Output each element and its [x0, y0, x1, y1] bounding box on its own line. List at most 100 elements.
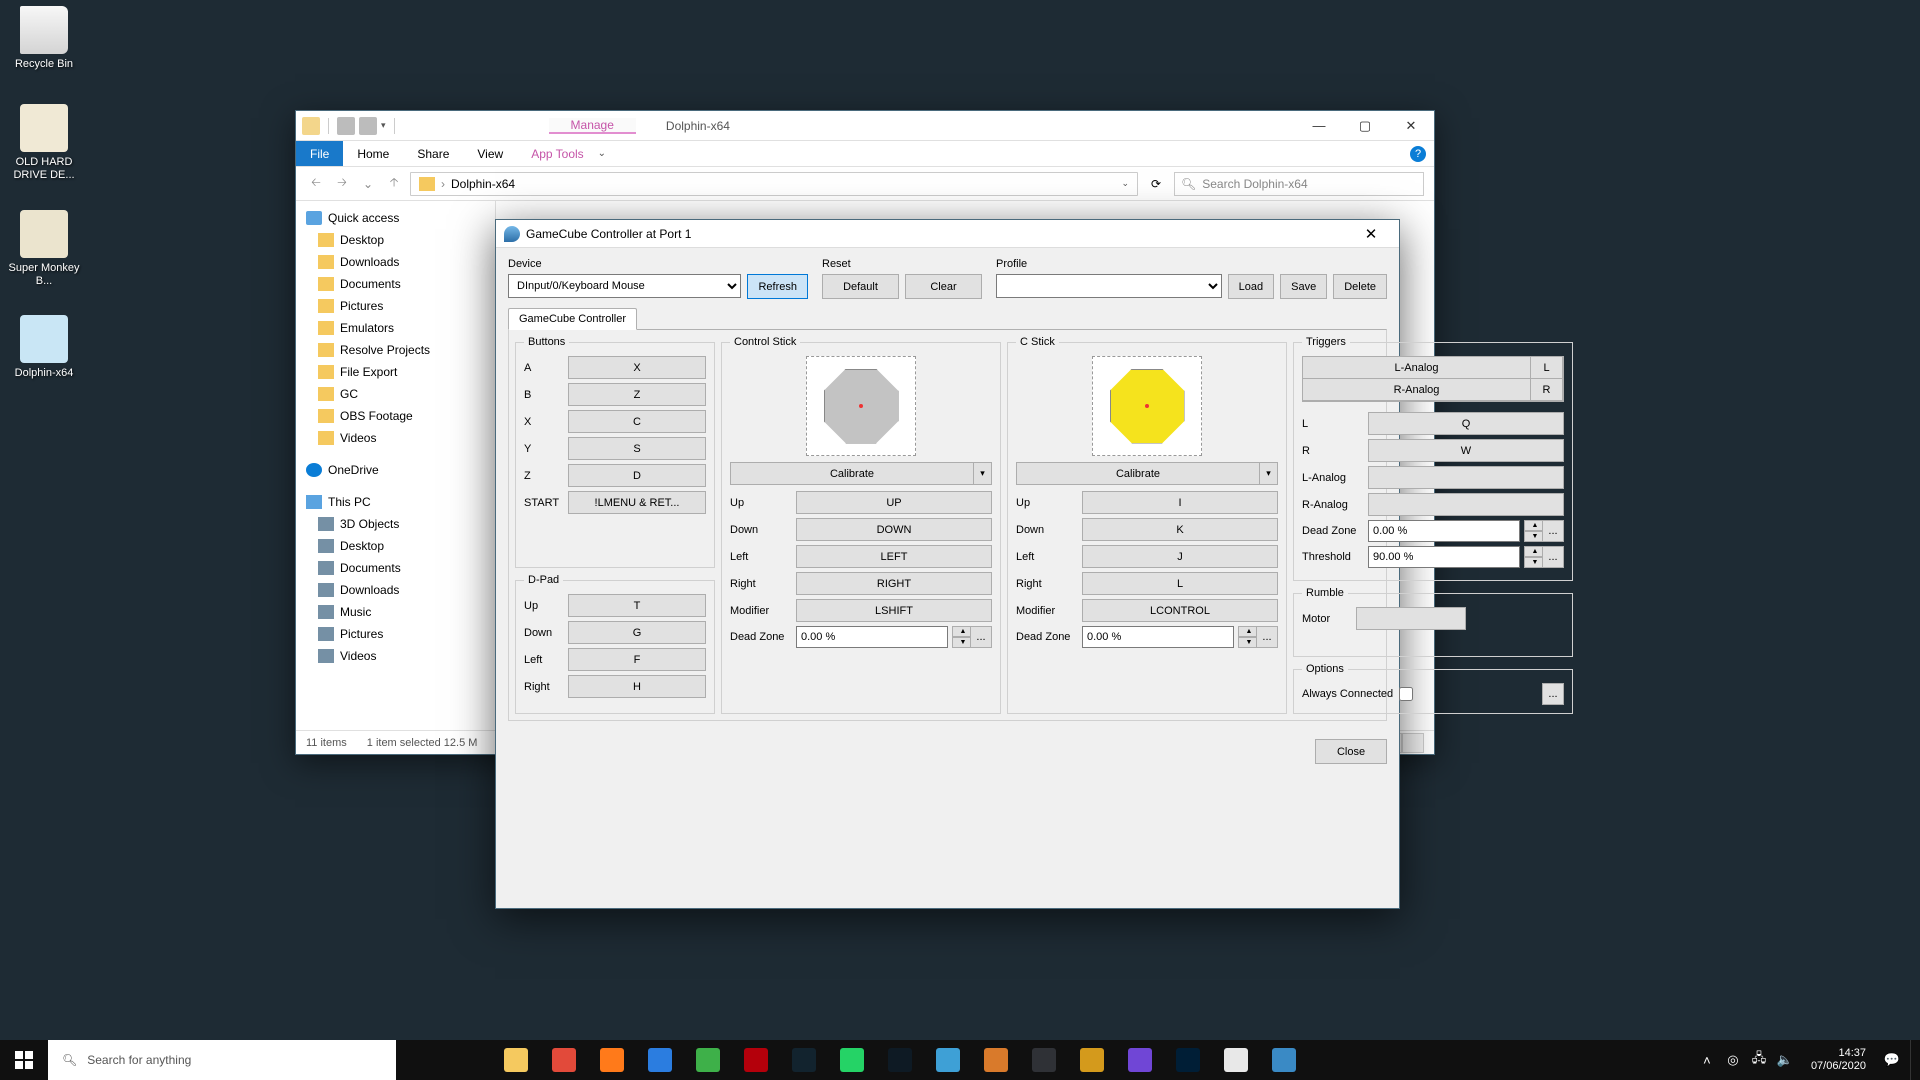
nav-item[interactable]: Resolve Projects	[296, 339, 495, 361]
chevron-down-icon[interactable]: ⌄	[1121, 178, 1129, 189]
desktop-icon-monkey[interactable]: Super Monkey B...	[6, 210, 82, 288]
default-button[interactable]: Default	[822, 274, 899, 299]
bind-button[interactable]: F	[568, 648, 706, 671]
tray-volume-icon[interactable]: 🔈	[1777, 1052, 1793, 1068]
taskbar-app-app-orange[interactable]	[972, 1040, 1020, 1080]
delete-button[interactable]: Delete	[1333, 274, 1387, 299]
deadzone-input[interactable]	[796, 626, 948, 648]
save-button[interactable]: Save	[1280, 274, 1327, 299]
nav-item[interactable]: Desktop	[296, 229, 495, 251]
nav-onedrive[interactable]: OneDrive	[296, 459, 495, 481]
nav-item[interactable]: Desktop	[296, 535, 495, 557]
bind-button[interactable]	[1368, 466, 1564, 489]
taskbar-app-dolphin[interactable]	[1260, 1040, 1308, 1080]
tab-file[interactable]: File	[296, 141, 343, 166]
calibrate-dropdown[interactable]: ▾	[1260, 462, 1278, 485]
explorer-titlebar[interactable]: ▾ Manage Dolphin-x64 — ▢ ✕	[296, 111, 1434, 141]
load-button[interactable]: Load	[1228, 274, 1274, 299]
help-icon[interactable]: ?	[1410, 146, 1426, 162]
bind-button[interactable]: S	[568, 437, 706, 460]
bind-button[interactable]: C	[568, 410, 706, 433]
deadzone-input[interactable]	[1368, 520, 1520, 542]
nav-item[interactable]: Pictures	[296, 623, 495, 645]
desktop-icon-dolphin[interactable]: Dolphin-x64	[6, 315, 82, 380]
bind-button[interactable]: DOWN	[796, 518, 992, 541]
taskbar-app-app-green[interactable]	[684, 1040, 732, 1080]
taskbar-app-discord[interactable]	[1020, 1040, 1068, 1080]
taskbar-app-photoshop[interactable]	[1164, 1040, 1212, 1080]
always-connected-checkbox[interactable]	[1399, 687, 1413, 701]
nav-pane[interactable]: Quick access Desktop Downloads Documents…	[296, 201, 496, 730]
bind-button[interactable]: J	[1082, 545, 1278, 568]
desktop-icon-drive[interactable]: OLD HARD DRIVE DE...	[6, 104, 82, 182]
bind-button[interactable]: Z	[568, 383, 706, 406]
close-button[interactable]: ✕	[1388, 111, 1434, 141]
dialog-titlebar[interactable]: GameCube Controller at Port 1 ✕	[496, 220, 1399, 248]
bind-button[interactable]: L	[1082, 572, 1278, 595]
taskbar-app-taskview[interactable]	[444, 1040, 492, 1080]
more-button[interactable]: ...	[1256, 626, 1278, 648]
close-dialog-button[interactable]: Close	[1315, 739, 1387, 764]
bind-button[interactable]: K	[1082, 518, 1278, 541]
more-button[interactable]: ...	[1542, 520, 1564, 542]
more-button[interactable]: ...	[970, 626, 992, 648]
taskbar-app-steam[interactable]	[780, 1040, 828, 1080]
l-analog-big[interactable]: L-Analog	[1302, 356, 1531, 379]
back-button[interactable]: 🡠	[306, 173, 326, 194]
bind-button[interactable]: UP	[796, 491, 992, 514]
nav-item[interactable]: Documents	[296, 557, 495, 579]
qat-btn[interactable]	[359, 117, 377, 135]
tray-location-icon[interactable]: ◎	[1725, 1052, 1741, 1068]
nav-item[interactable]: Downloads	[296, 251, 495, 273]
calibrate-button[interactable]: Calibrate	[1016, 462, 1260, 485]
bind-button[interactable]: LSHIFT	[796, 599, 992, 622]
search-input[interactable]: 🔍︎ Search Dolphin-x64	[1174, 172, 1424, 196]
deadzone-input[interactable]	[1082, 626, 1234, 648]
nav-item[interactable]: Music	[296, 601, 495, 623]
more-button[interactable]: ...	[1542, 683, 1564, 705]
breadcrumb[interactable]: › Dolphin-x64 ⌄	[410, 172, 1138, 196]
nav-item[interactable]: Videos	[296, 645, 495, 667]
taskbar-app-app-yellow[interactable]	[1068, 1040, 1116, 1080]
taskbar-app-firefox[interactable]	[588, 1040, 636, 1080]
bind-button[interactable]: H	[568, 675, 706, 698]
taskbar-app-chrome[interactable]	[540, 1040, 588, 1080]
bind-button[interactable]: RIGHT	[796, 572, 992, 595]
device-select[interactable]: DInput/0/Keyboard Mouse	[508, 274, 741, 298]
bind-button[interactable]: T	[568, 594, 706, 617]
start-button[interactable]	[0, 1040, 48, 1080]
forward-button[interactable]: 🡢	[332, 173, 352, 194]
taskbar-app-filezilla[interactable]	[732, 1040, 780, 1080]
view-large-icon[interactable]	[1402, 733, 1424, 753]
tab-view[interactable]: View	[463, 141, 517, 166]
taskbar-app-amazon[interactable]	[1116, 1040, 1164, 1080]
tab-apptools[interactable]: App Tools	[517, 141, 597, 166]
bind-button[interactable]: LEFT	[796, 545, 992, 568]
refresh-button[interactable]: ⟳	[1144, 172, 1168, 196]
tray-network-icon[interactable]: 🖧	[1751, 1052, 1767, 1068]
bind-button[interactable]: LCONTROL	[1082, 599, 1278, 622]
breadcrumb-segment[interactable]: Dolphin-x64	[451, 177, 515, 191]
taskbar-app-vscode[interactable]	[636, 1040, 684, 1080]
desktop-icon-recycle[interactable]: Recycle Bin	[6, 6, 82, 71]
taskbar-clock[interactable]: 14:37 07/06/2020	[1803, 1047, 1874, 1073]
bind-button[interactable]: G	[568, 621, 706, 644]
up-button[interactable]: 🡡	[384, 173, 404, 194]
taskbar-app-media[interactable]	[876, 1040, 924, 1080]
nav-item[interactable]: File Export	[296, 361, 495, 383]
nav-item[interactable]: Videos	[296, 427, 495, 449]
calibrate-dropdown[interactable]: ▾	[974, 462, 992, 485]
motor-bind[interactable]	[1356, 607, 1466, 630]
bind-button[interactable]: D	[568, 464, 706, 487]
bind-button[interactable]: I	[1082, 491, 1278, 514]
nav-item[interactable]: Pictures	[296, 295, 495, 317]
qat-dropdown[interactable]: ▾	[381, 120, 386, 131]
threshold-input[interactable]	[1368, 546, 1520, 568]
tab-share[interactable]: Share	[403, 141, 463, 166]
qat-btn[interactable]	[337, 117, 355, 135]
taskbar-app-cortana[interactable]	[396, 1040, 444, 1080]
folder-icon[interactable]	[302, 117, 320, 135]
tray-chevron-up-icon[interactable]: ˄	[1699, 1052, 1715, 1068]
taskbar-app-whatsapp[interactable]	[828, 1040, 876, 1080]
bind-button[interactable]: !LMENU & RET...	[568, 491, 706, 514]
